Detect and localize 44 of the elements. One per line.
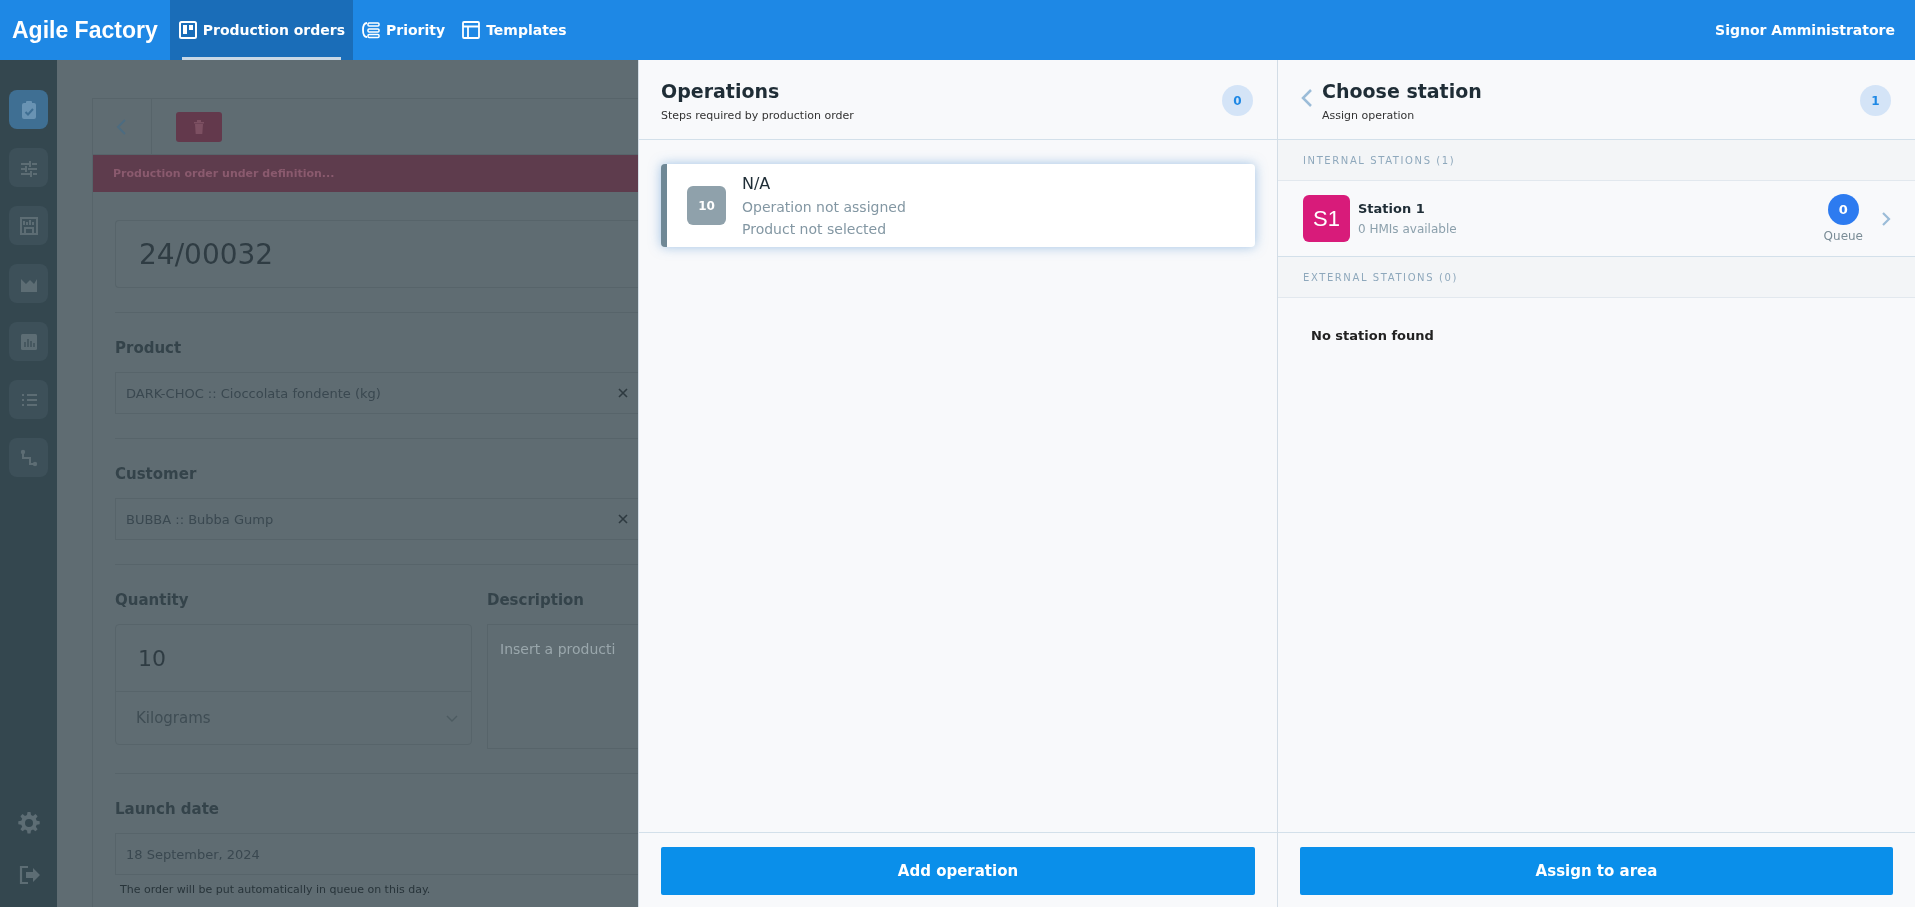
queue-count: 0	[1827, 194, 1859, 225]
sidebar-item[interactable]	[9, 322, 48, 361]
calendar-icon	[17, 214, 40, 237]
trash-icon	[193, 120, 205, 134]
brand-title: Agile Factory	[11, 15, 159, 45]
operation-detail: Product not selected	[742, 221, 888, 237]
back-chevron-icon[interactable]	[1300, 88, 1314, 108]
sidebar-item[interactable]	[9, 90, 48, 129]
sidebar-item[interactable]	[9, 380, 48, 419]
count-badge: 0	[1222, 85, 1253, 116]
sidebar-item[interactable]	[9, 264, 48, 303]
assign-button[interactable]: Assign to area	[1300, 847, 1893, 895]
nav-tab[interactable]: Priority	[353, 0, 454, 60]
count-badge: 1	[1860, 85, 1891, 116]
operation-card[interactable]: 10 N/A Operation not assigned Product not selected	[661, 164, 1255, 247]
nav-tab[interactable]: Production orders	[169, 0, 353, 60]
panel-subtitle: Steps required by production order	[661, 109, 854, 122]
clear-icon[interactable]	[618, 514, 628, 524]
board-icon	[177, 20, 198, 40]
delete-button[interactable]	[176, 112, 222, 142]
panel-title: Choose station	[1322, 80, 1482, 102]
empty-message: No station found	[1310, 327, 1435, 343]
settings-icon[interactable]	[16, 811, 41, 835]
panel-title: Operations	[661, 80, 781, 102]
station-name: Station 1	[1358, 201, 1426, 216]
layout-icon	[461, 20, 482, 40]
sidebar-item[interactable]	[9, 438, 48, 477]
group-header: INTERNAL STATIONS (1)	[1278, 140, 1915, 181]
operation-title: N/A	[742, 174, 772, 193]
station-detail: 0 HMIs available	[1358, 222, 1457, 236]
sidebar-item[interactable]	[9, 206, 48, 245]
operation-detail: Operation not assigned	[742, 199, 906, 215]
sidebar-item[interactable]	[9, 148, 48, 187]
chevron-right-icon	[1881, 210, 1891, 227]
user-name[interactable]: Signor Amministratore	[1715, 0, 1915, 60]
station-badge: S1	[1303, 195, 1350, 242]
step-number: 10	[687, 186, 726, 225]
group-header: EXTERNAL STATIONS (0)	[1278, 257, 1915, 298]
clear-icon[interactable]	[618, 388, 628, 398]
panel-subtitle: Assign operation	[1322, 109, 1416, 122]
list-icon	[361, 20, 381, 40]
nav-tab[interactable]: Templates	[453, 0, 575, 60]
add-operation-button[interactable]: Add operation	[661, 847, 1255, 895]
queue-label: Queue	[1823, 229, 1863, 243]
